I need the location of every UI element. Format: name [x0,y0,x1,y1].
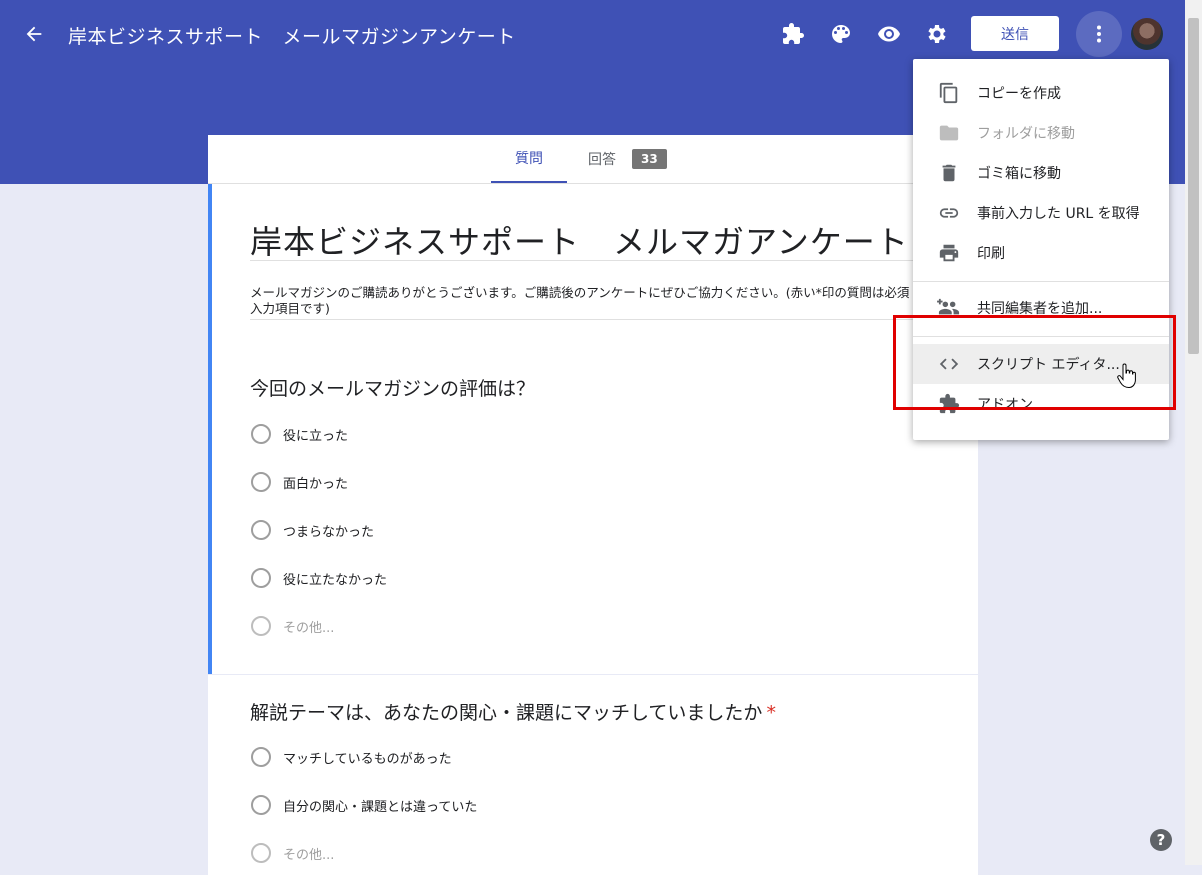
option-label: マッチしているものがあった [283,751,452,767]
copy-icon [937,81,961,105]
preview-button[interactable] [873,18,905,50]
menu-divider [913,336,1169,337]
tab-responses[interactable]: 回答 33 [588,135,667,183]
response-count-badge: 33 [632,149,667,169]
menu-item-label: アドオン... [977,397,1047,413]
question-2-text: 解説テーマは、あなたの関心・課題にマッチしていましたか [250,702,763,724]
preview-eye-icon [878,26,900,42]
option-label: 役に立った [283,428,349,444]
puzzle-icon [937,392,961,416]
menu-item-prefilled-url[interactable]: 事前入力した URL を取得 [913,193,1169,233]
menu-item-move-folder[interactable]: フォルダに移動 [913,113,1169,153]
menu-item-label: ゴミ箱に移動 [977,166,1061,182]
radio-button[interactable] [251,616,271,636]
q1-option-other[interactable]: その他... [251,616,334,636]
title-divider [250,260,920,261]
option-label: 自分の関心・課題とは違っていた [283,799,478,815]
radio-button[interactable] [251,424,271,444]
option-label: つまらなかった [283,524,375,540]
addon-button[interactable] [777,18,809,50]
form-tabs: 質問 回答 33 [208,135,978,184]
question-2-title[interactable]: 解説テーマは、あなたの関心・課題にマッチしていましたか * [250,698,776,725]
scrollbar-thumb[interactable] [1188,18,1199,354]
option-other-label: その他... [283,847,335,863]
menu-item-label: 共同編集者を追加... [977,301,1103,317]
folder-icon [937,121,961,145]
menu-item-label: スクリプト エディタ... [977,357,1120,373]
radio-button[interactable] [251,795,271,815]
tab-questions-label: 質問 [515,151,543,167]
q2-option-1[interactable]: マッチしているものがあった [251,747,452,767]
more-options-button[interactable] [1076,11,1122,57]
menu-item-label: コピーを作成 [977,86,1061,102]
option-label: 面白かった [283,476,349,492]
menu-divider [913,281,1169,282]
radio-button[interactable] [251,747,271,767]
q2-option-2[interactable]: 自分の関心・課題とは違っていた [251,795,477,815]
radio-button[interactable] [251,520,271,540]
form-document-title[interactable]: 岸本ビジネスサポート メールマガジンアンケート [68,22,516,49]
hand-pointer-icon [1117,363,1137,393]
radio-button[interactable] [251,843,271,863]
q1-option-1[interactable]: 役に立った [251,424,348,444]
radio-button[interactable] [251,568,271,588]
tab-responses-label: 回答 [588,152,616,168]
q1-option-3[interactable]: つまらなかった [251,520,374,540]
menu-item-add-collaborators[interactable]: 共同編集者を追加... [913,288,1169,328]
option-other-label: その他... [283,620,335,636]
q1-option-2[interactable]: 面白かった [251,472,348,492]
q2-option-other[interactable]: その他... [251,843,334,863]
required-mark: * [766,702,776,724]
tab-questions[interactable]: 質問 [491,135,567,183]
settings-button[interactable] [921,18,953,50]
trash-icon [937,161,961,185]
account-avatar[interactable] [1131,18,1163,50]
help-icon[interactable]: ? [1150,829,1172,851]
description-divider [250,319,920,320]
back-button[interactable] [18,18,50,50]
print-icon [937,241,961,265]
form-title[interactable]: 岸本ビジネスサポート メルマガアンケート [250,217,909,263]
menu-item-trash[interactable]: ゴミ箱に移動 [913,153,1169,193]
send-button[interactable]: 送信 [971,16,1059,51]
option-label: 役に立たなかった [283,572,388,588]
question-1-title[interactable]: 今回のメールマガジンの評価は？ [250,374,535,401]
palette-icon [832,25,850,43]
menu-item-make-copy[interactable]: コピーを作成 [913,73,1169,113]
q1-option-4[interactable]: 役に立たなかった [251,568,387,588]
menu-item-label: 事前入力した URL を取得 [977,206,1140,222]
settings-gear-icon [928,25,946,43]
menu-item-print[interactable]: 印刷 [913,233,1169,273]
form-description[interactable]: メールマガジンのご購読ありがとうございます。ご購読後のアンケートにぜひご協力くだ… [250,285,920,317]
code-icon [937,352,961,376]
menu-item-label: フォルダに移動 [977,126,1075,142]
back-arrow-icon [26,26,42,42]
theme-button[interactable] [825,18,857,50]
more-vert-icon [1097,25,1101,43]
link-icon [937,201,961,225]
menu-item-label: 印刷 [977,246,1005,262]
radio-button[interactable] [251,472,271,492]
addon-puzzle-icon [783,23,804,44]
add-people-icon [937,296,961,320]
